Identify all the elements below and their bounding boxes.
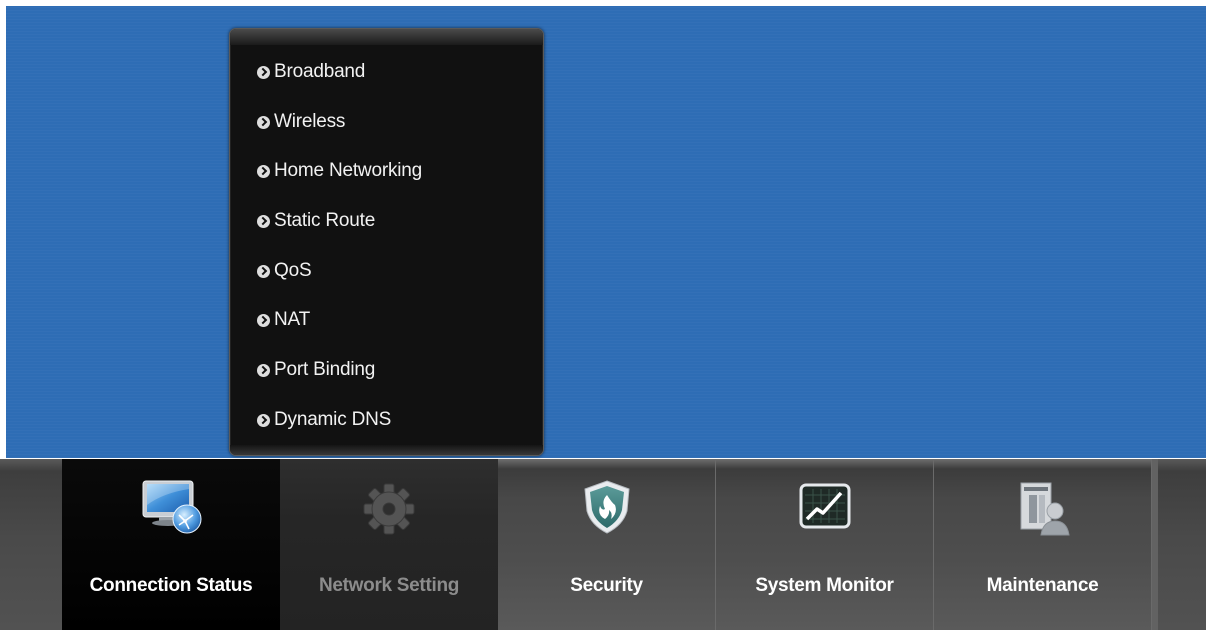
- nav-tab-security[interactable]: Security: [498, 459, 716, 630]
- navbar-left-spacer: [0, 459, 62, 630]
- chevron-right-icon: [257, 214, 270, 228]
- nav-tab-label: System Monitor: [755, 575, 894, 596]
- menu-item-qos[interactable]: QoS: [257, 258, 312, 284]
- menu-item-nat[interactable]: NAT: [257, 307, 310, 333]
- menu-item-wireless[interactable]: Wireless: [257, 109, 345, 135]
- chevron-right-icon: [257, 65, 270, 79]
- menu-item-label: Static Route: [274, 210, 376, 231]
- nav-tab-connection-status[interactable]: Connection Status: [62, 459, 280, 630]
- chart-monitor-icon: [799, 483, 851, 529]
- chevron-right-icon: [257, 164, 270, 178]
- chevron-right-icon: [257, 313, 270, 327]
- menu-item-label: Home Networking: [274, 160, 422, 181]
- menu-item-home-networking[interactable]: Home Networking: [257, 158, 422, 184]
- nav-tab-label: Connection Status: [89, 575, 253, 596]
- menu-item-label: Dynamic DNS: [274, 409, 392, 430]
- nav-tab-label: Security: [570, 575, 643, 596]
- menu-item-dynamic-dns[interactable]: Dynamic DNS: [257, 407, 391, 433]
- menu-item-label: QoS: [274, 260, 312, 281]
- chevron-right-icon: [257, 115, 270, 129]
- menu-item-label: Wireless: [274, 111, 346, 132]
- menu-item-label: Port Binding: [274, 359, 376, 380]
- shield-icon: [584, 480, 630, 534]
- chevron-right-icon: [257, 363, 270, 377]
- chevron-right-icon: [257, 413, 270, 427]
- nav-tab-network-setting[interactable]: Network Setting: [280, 459, 498, 630]
- menu-item-port-binding[interactable]: Port Binding: [257, 357, 375, 383]
- monitor-globe-icon: [142, 480, 202, 534]
- maintenance-person-icon: [1020, 482, 1070, 536]
- menu-item-label: Broadband: [274, 61, 366, 82]
- content-backdrop: [6, 6, 1206, 458]
- nav-tab-maintenance[interactable]: Maintenance: [934, 459, 1152, 630]
- menu-item-static-route[interactable]: Static Route: [257, 208, 375, 234]
- bottom-navigation-bar: Connection Status Network Setting Securi…: [0, 459, 1206, 630]
- network-setting-dropdown-menu: Broadband Wireless Home Networking Stati…: [229, 28, 544, 456]
- menu-item-label: NAT: [274, 309, 310, 330]
- nav-tab-label: Network Setting: [318, 575, 460, 596]
- chevron-right-icon: [257, 264, 270, 278]
- menu-item-broadband[interactable]: Broadband: [257, 59, 365, 85]
- gear-icon: [363, 483, 415, 535]
- navbar-right-spacer: [1158, 459, 1206, 630]
- nav-tab-label: Maintenance: [986, 575, 1099, 596]
- nav-tab-system-monitor[interactable]: System Monitor: [716, 459, 934, 630]
